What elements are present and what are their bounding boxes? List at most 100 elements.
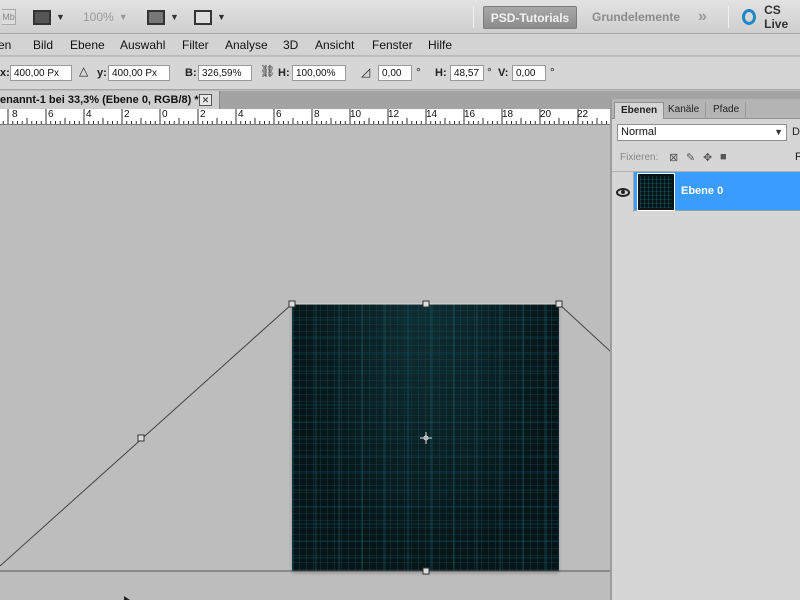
ruler-label: 10 bbox=[350, 109, 362, 120]
cs-live-label: CS Live bbox=[764, 3, 789, 31]
fill-label: F bbox=[795, 151, 800, 163]
ruler-label: 6 bbox=[276, 109, 282, 120]
menu-3d[interactable]: 3D bbox=[283, 34, 298, 56]
transform-edge-left bbox=[0, 303, 293, 567]
blend-mode-select[interactable]: Normal ▼ bbox=[617, 124, 787, 141]
eye-icon bbox=[615, 187, 630, 197]
transform-handle-top-center[interactable] bbox=[422, 300, 430, 308]
lock-position-icon[interactable]: ✥ bbox=[703, 151, 712, 164]
transform-handle-top-right[interactable] bbox=[555, 300, 563, 308]
tab-pfade[interactable]: Pfade bbox=[707, 102, 747, 119]
lock-image-pixels-icon[interactable]: ✎ bbox=[686, 151, 695, 164]
divider bbox=[473, 6, 474, 28]
transform-edge-right bbox=[558, 303, 610, 352]
document-tab-title: enannt-1 bei 33,3% (Ebene 0, RGB/8) * bbox=[0, 94, 199, 106]
chevron-down-icon: ▼ bbox=[170, 12, 179, 22]
zoom-level-value: 100% bbox=[83, 10, 114, 24]
tab-ebenen[interactable]: Ebenen bbox=[614, 102, 665, 119]
x-position-input[interactable] bbox=[10, 65, 72, 81]
vertical-skew-label: V: bbox=[498, 67, 509, 79]
transform-handle-middle-left[interactable] bbox=[137, 434, 145, 442]
x-label: x: bbox=[0, 67, 10, 79]
transform-handle-bottom-center[interactable] bbox=[422, 567, 430, 575]
transform-handle-top-left[interactable] bbox=[288, 300, 296, 308]
screen-mode-button[interactable]: ▼ bbox=[194, 0, 226, 34]
y-label: y: bbox=[97, 67, 107, 79]
degree-symbol: ° bbox=[487, 65, 492, 79]
chevron-down-icon: ▼ bbox=[56, 12, 65, 22]
panel-tabs: Ebenen Kanäle Pfade bbox=[612, 99, 800, 119]
ruler-label: 6 bbox=[48, 109, 54, 120]
horizontal-skew-input[interactable] bbox=[450, 65, 484, 81]
width-scale-input[interactable] bbox=[198, 65, 252, 81]
rotation-input[interactable] bbox=[378, 65, 412, 81]
menu-ebene[interactable]: Ebene bbox=[70, 34, 105, 56]
cursor-arrow-icon bbox=[124, 596, 130, 600]
degree-symbol: ° bbox=[416, 65, 421, 79]
lock-transparent-pixels-icon[interactable]: ⊠ bbox=[669, 151, 678, 164]
layer-visibility-toggle[interactable] bbox=[612, 172, 634, 212]
ruler-label: 2 bbox=[124, 109, 130, 120]
vertical-skew-input[interactable] bbox=[512, 65, 546, 81]
chevron-down-icon: ▼ bbox=[118, 12, 128, 22]
ruler-label: 12 bbox=[388, 109, 400, 120]
zoom-level-select[interactable]: 100% ▼ bbox=[83, 0, 128, 34]
ruler-label: 16 bbox=[464, 109, 476, 120]
document-tab[interactable]: enannt-1 bei 33,3% (Ebene 0, RGB/8) * bbox=[0, 91, 220, 109]
horizontal-ruler[interactable]: 8 6 4 2 0 2 4 6 8 10 12 14 16 18 20 22 bbox=[0, 109, 610, 125]
layer-thumbnail bbox=[637, 173, 675, 211]
menu-analyse[interactable]: Analyse bbox=[225, 34, 268, 56]
width-label: B: bbox=[185, 67, 197, 79]
menu-ansicht[interactable]: Ansicht bbox=[315, 34, 354, 56]
mini-bridge-label: Mb bbox=[2, 12, 15, 22]
menu-fenster[interactable]: Fenster bbox=[372, 34, 413, 56]
delta-icon[interactable]: △ bbox=[79, 64, 88, 78]
ruler-label: 2 bbox=[200, 109, 206, 120]
document-tab-bar: enannt-1 bei 33,3% (Ebene 0, RGB/8) * ✕ bbox=[0, 91, 610, 109]
height-scale-input[interactable] bbox=[292, 65, 346, 81]
divider bbox=[728, 6, 729, 28]
close-tab-button[interactable]: ✕ bbox=[199, 94, 212, 106]
ruler-label: 22 bbox=[577, 109, 589, 120]
layers-panel: Ebenen Kanäle Pfade Normal ▼ Deck Fixier… bbox=[610, 99, 800, 600]
arrange-grid-icon bbox=[147, 9, 165, 25]
chevron-down-icon: ▼ bbox=[774, 127, 783, 137]
more-workspaces-button[interactable]: » bbox=[698, 0, 707, 34]
layers-list-empty-area bbox=[612, 212, 800, 600]
reference-point-icon[interactable] bbox=[420, 432, 432, 444]
application-bar: Mb ▼ 100% ▼ ▼ ▼ PSD-Tutorials Grundelemen… bbox=[0, 0, 800, 34]
workspace-grundelemente-button[interactable]: Grundelemente bbox=[592, 0, 680, 34]
view-extras-button[interactable]: ▼ bbox=[33, 0, 65, 34]
ruler-label: 8 bbox=[314, 109, 320, 120]
cs-live-icon bbox=[742, 9, 757, 25]
horizontal-skew-label: H: bbox=[435, 67, 447, 79]
link-chain-icon[interactable]: ⛓ bbox=[260, 64, 275, 78]
layer-row[interactable]: Ebene 0 bbox=[612, 171, 800, 212]
menu-hilfe[interactable]: Hilfe bbox=[428, 34, 452, 56]
degree-symbol: ° bbox=[550, 65, 555, 79]
transform-overlay bbox=[0, 300, 610, 600]
menu-filter[interactable]: Filter bbox=[182, 34, 209, 56]
menu-auswahl[interactable]: Auswahl bbox=[120, 34, 165, 56]
ruler-label: 14 bbox=[426, 109, 438, 120]
ruler-label: 0 bbox=[162, 109, 168, 120]
menu-bild[interactable]: Bild bbox=[33, 34, 53, 56]
menu-bar: en Bild Ebene Auswahl Filter Analyse 3D … bbox=[0, 34, 800, 56]
ruler-label: 8 bbox=[12, 109, 18, 120]
menu-datei[interactable]: en bbox=[0, 34, 11, 56]
film-strip-icon bbox=[33, 9, 51, 25]
lock-all-icon[interactable]: ■ bbox=[720, 151, 727, 163]
chevron-down-icon: ▼ bbox=[217, 12, 226, 22]
arrange-documents-button[interactable]: ▼ bbox=[147, 0, 179, 34]
blend-mode-value: Normal bbox=[621, 126, 657, 138]
mini-bridge-icon[interactable]: Mb bbox=[2, 9, 16, 25]
document-canvas[interactable] bbox=[0, 126, 610, 600]
lock-label: Fixieren: bbox=[620, 152, 659, 163]
ruler-label: 4 bbox=[238, 109, 244, 120]
cs-live-button[interactable]: CS Live bbox=[742, 0, 800, 34]
layer-name: Ebene 0 bbox=[681, 185, 724, 197]
y-position-input[interactable] bbox=[108, 65, 170, 81]
tab-kanaele[interactable]: Kanäle bbox=[662, 102, 707, 119]
workspace-psd-tutorials-button[interactable]: PSD-Tutorials bbox=[483, 6, 577, 29]
options-bar: x: △ y: B: ⛓ H: ◿ ° H: ° V: ° bbox=[0, 57, 800, 90]
